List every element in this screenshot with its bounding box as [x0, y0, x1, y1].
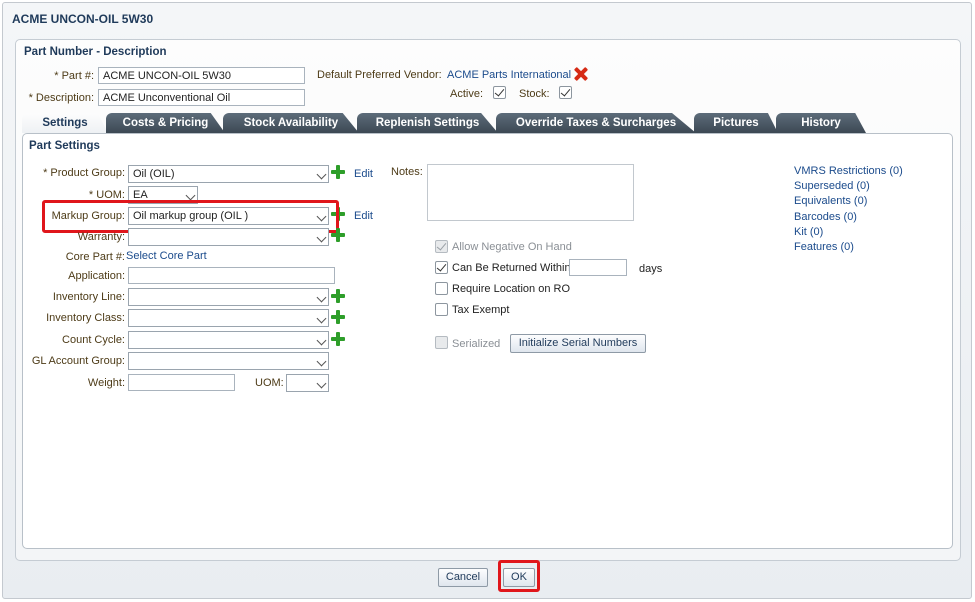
equivalents-link[interactable]: Equivalents (0)	[794, 195, 867, 207]
kit-link[interactable]: Kit (0)	[794, 226, 823, 238]
chevron-down-icon	[316, 232, 327, 243]
weight-input[interactable]	[128, 374, 235, 391]
tab-history[interactable]: History	[776, 113, 866, 133]
chevron-down-icon	[316, 378, 327, 389]
require-location-label: Require Location on RO	[452, 283, 571, 295]
settings-content: Part Settings * Product Group: Oil (OIL)…	[22, 133, 953, 549]
stock-label: Stock:	[519, 88, 550, 100]
days-label: days	[639, 263, 663, 275]
application-label: Application:	[68, 270, 125, 282]
select-core-part-link[interactable]: Select Core Part	[126, 250, 207, 262]
inventory-class-label: Inventory Class:	[46, 312, 125, 324]
product-group-label: * Product Group:	[43, 167, 125, 179]
count-cycle-select[interactable]	[128, 331, 329, 349]
superseded-link[interactable]: Superseded (0)	[794, 180, 870, 192]
return-days-input[interactable]	[569, 259, 627, 276]
serialized-label: Serialized	[452, 338, 501, 350]
chevron-down-icon	[316, 292, 327, 303]
features-link[interactable]: Features (0)	[794, 241, 854, 253]
inventory-line-select[interactable]	[128, 288, 329, 306]
part-dialog: ACME UNCON-OIL 5W30 Part Number - Descri…	[2, 2, 972, 599]
ok-highlight	[498, 560, 540, 592]
weight-label: Weight:	[87, 377, 125, 389]
gl-account-group-label: GL Account Group:	[31, 355, 125, 367]
vendor-link[interactable]: ACME Parts International	[447, 69, 571, 81]
barcodes-link[interactable]: Barcodes (0)	[794, 211, 857, 223]
chevron-down-icon	[316, 313, 327, 324]
warranty-select[interactable]	[128, 228, 329, 246]
part-settings-title: Part Settings	[29, 140, 100, 152]
allow-negative-checkbox	[435, 240, 448, 253]
chevron-down-icon	[185, 190, 196, 201]
description-label: * Description:	[28, 92, 94, 104]
add-inventory-class-icon[interactable]	[331, 310, 345, 324]
vmrs-restrictions-link[interactable]: VMRS Restrictions (0)	[794, 165, 903, 177]
remove-vendor-icon[interactable]	[574, 67, 588, 81]
gl-account-group-select[interactable]	[128, 352, 329, 370]
tab-costs-pricing[interactable]: Costs & Pricing	[106, 113, 225, 133]
chevron-down-icon	[316, 169, 327, 180]
chevron-down-icon	[316, 356, 327, 367]
edit-markup-group-link[interactable]: Edit	[354, 210, 373, 222]
allow-negative-label: Allow Negative On Hand	[452, 241, 572, 253]
vendor-label: Default Preferred Vendor:	[317, 69, 442, 81]
require-location-checkbox[interactable]	[435, 282, 448, 295]
tax-exempt-label: Tax Exempt	[452, 304, 510, 316]
active-checkbox[interactable]	[493, 86, 506, 99]
stock-checkbox[interactable]	[559, 86, 572, 99]
notes-label: Notes:	[391, 166, 423, 178]
header-section-title: Part Number - Description	[24, 46, 167, 58]
product-group-select[interactable]: Oil (OIL)	[128, 165, 329, 183]
inventory-line-label: Inventory Line:	[52, 291, 125, 303]
tab-pictures[interactable]: Pictures	[694, 113, 778, 133]
can-be-returned-label: Can Be Returned Within	[452, 262, 571, 274]
edit-product-group-link[interactable]: Edit	[354, 168, 373, 180]
application-input[interactable]	[128, 267, 335, 284]
part-number-label: * Part #:	[54, 70, 94, 82]
part-panel: Part Number - Description * Part #: ACME…	[15, 39, 961, 561]
cancel-button[interactable]: Cancel	[438, 568, 488, 587]
tab-stock-availability[interactable]: Stock Availability	[223, 113, 359, 133]
weight-uom-select[interactable]	[286, 374, 329, 392]
count-cycle-label: Count Cycle:	[62, 334, 125, 346]
weight-uom-label: UOM:	[255, 377, 284, 389]
tab-override-taxes[interactable]: Override Taxes & Surcharges	[496, 113, 696, 133]
tax-exempt-checkbox[interactable]	[435, 303, 448, 316]
add-count-cycle-icon[interactable]	[331, 332, 345, 346]
initialize-serial-numbers-button[interactable]: Initialize Serial Numbers	[510, 334, 646, 353]
tab-settings[interactable]: Settings	[22, 113, 108, 133]
part-number-input[interactable]: ACME UNCON-OIL 5W30	[98, 67, 305, 84]
inventory-class-select[interactable]	[128, 309, 329, 327]
serialized-checkbox	[435, 336, 448, 349]
core-part-label: Core Part #:	[65, 251, 125, 263]
can-be-returned-checkbox[interactable]	[435, 261, 448, 274]
notes-textarea[interactable]	[427, 164, 634, 221]
add-inventory-line-icon[interactable]	[331, 289, 345, 303]
add-warranty-icon[interactable]	[331, 228, 345, 242]
tab-replenish-settings[interactable]: Replenish Settings	[357, 113, 498, 133]
active-label: Active:	[450, 88, 484, 100]
chevron-down-icon	[316, 335, 327, 346]
warranty-label: Warranty:	[77, 231, 125, 243]
window-title: ACME UNCON-OIL 5W30	[12, 12, 154, 26]
description-input[interactable]: ACME Unconventional Oil	[98, 89, 305, 106]
add-product-group-icon[interactable]	[331, 165, 345, 179]
